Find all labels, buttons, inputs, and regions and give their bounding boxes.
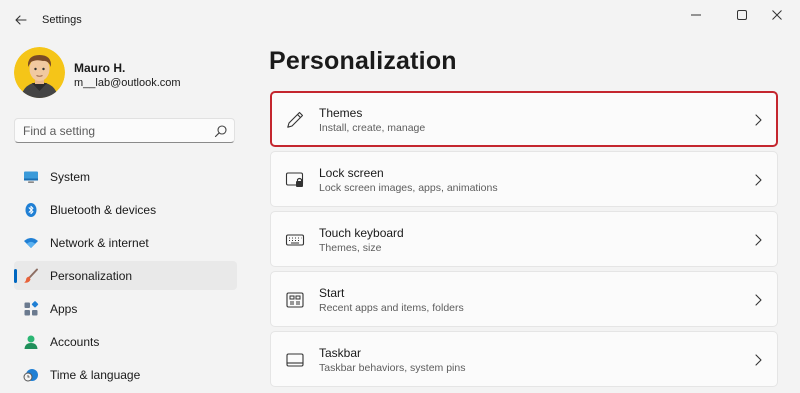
- taskbar-card[interactable]: Taskbar Taskbar behaviors, system pins: [270, 331, 778, 387]
- sidebar-item-label: Personalization: [50, 269, 133, 283]
- back-arrow-icon: [15, 15, 27, 25]
- card-subtitle: Taskbar behaviors, system pins: [319, 362, 466, 374]
- themes-card[interactable]: Themes Install, create, manage: [270, 91, 778, 147]
- start-card[interactable]: Start Recent apps and items, folders: [270, 271, 778, 327]
- sidebar-item-label: Apps: [50, 302, 78, 316]
- avatar: [14, 47, 65, 98]
- taskbar-icon: [286, 353, 304, 367]
- card-subtitle: Lock screen images, apps, animations: [319, 182, 498, 194]
- user-email: m__lab@outlook.com: [74, 77, 181, 89]
- sidebar-item-apps[interactable]: Apps: [14, 294, 237, 323]
- page-title: Personalization: [269, 47, 457, 75]
- apps-icon: [24, 301, 39, 316]
- sidebar-item-network-internet[interactable]: Network & internet: [14, 228, 237, 257]
- card-subtitle: Recent apps and items, folders: [319, 302, 464, 314]
- sidebar-nav: System Bluetooth & devices Network & int…: [14, 162, 237, 393]
- sidebar-item-label: Bluetooth & devices: [50, 203, 157, 217]
- lock-screen-icon: [285, 172, 304, 187]
- chevron-right-icon: [755, 174, 762, 186]
- bluetooth-icon: [25, 203, 37, 217]
- sidebar-item-accounts[interactable]: Accounts: [14, 327, 237, 356]
- lock-screen-card[interactable]: Lock screen Lock screen images, apps, an…: [270, 151, 778, 207]
- sidebar-item-label: Network & internet: [50, 236, 149, 250]
- sidebar-item-time-language[interactable]: Time & language: [14, 360, 237, 389]
- active-indicator: [14, 269, 17, 283]
- card-title: Themes: [319, 106, 363, 120]
- chevron-right-icon: [755, 294, 762, 306]
- search-input[interactable]: [23, 123, 203, 139]
- settings-card-list: Themes Install, create, manage Lock scre…: [270, 91, 778, 391]
- pen-icon: [287, 111, 304, 128]
- system-monitor-icon: [24, 171, 38, 183]
- card-subtitle: Themes, size: [319, 242, 382, 254]
- minimize-button[interactable]: [673, 0, 719, 30]
- search-icon[interactable]: [214, 124, 228, 138]
- sidebar-item-personalization[interactable]: Personalization: [14, 261, 237, 290]
- wifi-icon: [24, 238, 38, 248]
- minimize-icon: [691, 14, 701, 16]
- title-bar: Settings: [0, 0, 800, 40]
- sidebar-item-system[interactable]: System: [14, 162, 237, 191]
- paintbrush-icon: [24, 268, 38, 283]
- chevron-right-icon: [755, 114, 762, 126]
- card-title: Start: [319, 286, 345, 300]
- start-icon: [286, 292, 304, 308]
- sidebar-item-label: Time & language: [50, 368, 141, 382]
- back-button[interactable]: [8, 8, 34, 32]
- chevron-right-icon: [755, 234, 762, 246]
- card-title: Taskbar: [319, 346, 362, 360]
- card-subtitle: Install, create, manage: [319, 122, 426, 134]
- avatar-cartoon: [14, 47, 65, 98]
- app-title: Settings: [42, 14, 82, 26]
- sidebar-item-bluetooth-devices[interactable]: Bluetooth & devices: [14, 195, 237, 224]
- close-icon: [772, 10, 782, 20]
- clock-globe-icon: [23, 369, 38, 382]
- user-name: Mauro H.: [74, 61, 126, 75]
- chevron-right-icon: [755, 354, 762, 366]
- sidebar-item-label: System: [50, 170, 91, 184]
- card-title: Lock screen: [319, 166, 384, 180]
- accounts-icon: [24, 335, 38, 349]
- close-button[interactable]: [754, 0, 800, 30]
- sidebar-item-label: Accounts: [50, 335, 100, 349]
- maximize-icon: [737, 10, 747, 20]
- keyboard-icon: [285, 234, 305, 246]
- touch-keyboard-card[interactable]: Touch keyboard Themes, size: [270, 211, 778, 267]
- search-box[interactable]: [14, 118, 235, 143]
- card-title: Touch keyboard: [319, 226, 404, 240]
